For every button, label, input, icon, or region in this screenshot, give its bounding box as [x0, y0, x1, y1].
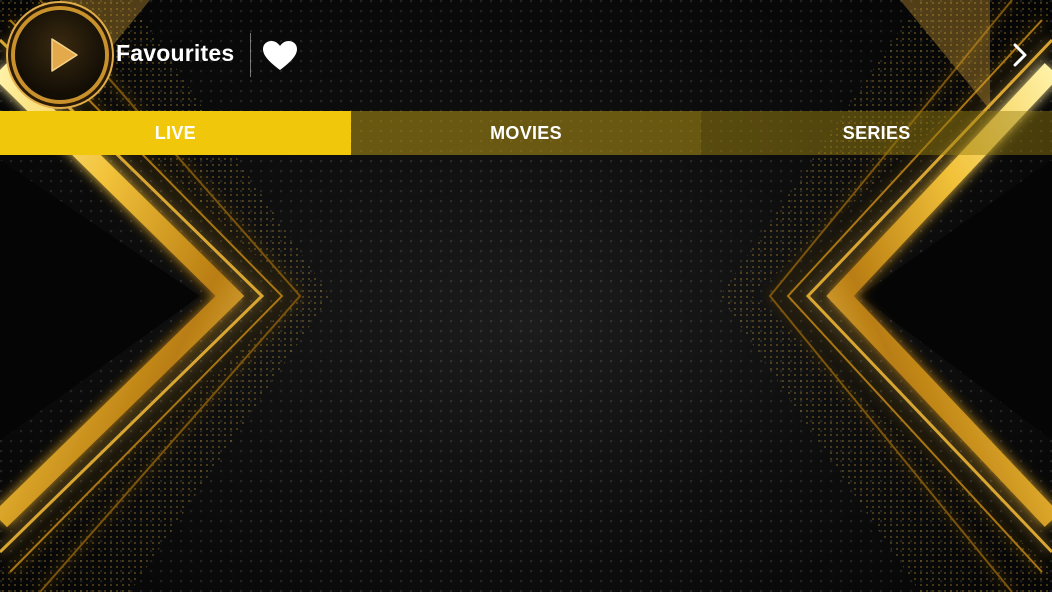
category-tabs: LIVE MOVIES SERIES — [0, 111, 1052, 155]
tab-series[interactable]: SERIES — [701, 111, 1052, 155]
app-logo[interactable] — [15, 10, 105, 100]
header-bar: Favourites — [0, 0, 1052, 110]
next-button[interactable] — [1005, 40, 1035, 70]
heart-icon — [263, 41, 297, 70]
page-title: Favourites — [116, 40, 235, 66]
tab-live[interactable]: LIVE — [0, 111, 351, 155]
chevron-right-icon — [1013, 43, 1027, 67]
header-divider — [250, 33, 251, 77]
favourite-button[interactable] — [262, 40, 298, 72]
play-icon — [51, 38, 78, 72]
tab-movies[interactable]: MOVIES — [350, 111, 702, 155]
app-screen: Favourites LIVE MOVIES SERIES — [0, 0, 1052, 592]
